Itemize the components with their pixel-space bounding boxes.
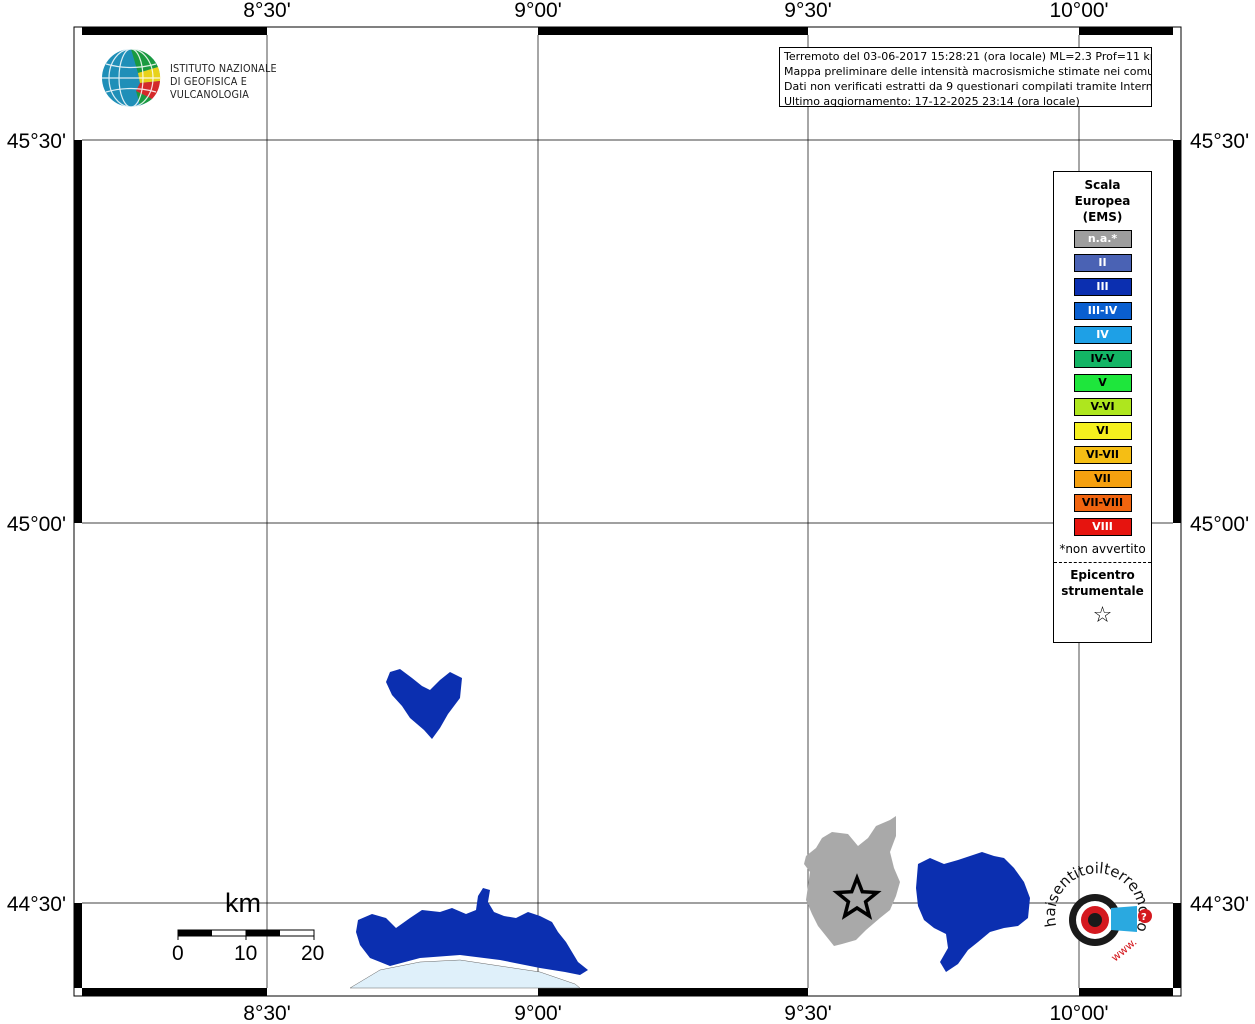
lon-label: 9°00' (514, 1002, 561, 1024)
longitude-labels-bottom: 8°30' 9°00' 9°30' 10°00' (243, 1002, 1108, 1024)
lon-label: 9°00' (514, 0, 561, 22)
legend-epicenter-label: Epicentro strumentale (1054, 567, 1151, 599)
lat-label: 45°00' (1190, 513, 1249, 536)
legend-item: VIII (1073, 518, 1132, 536)
legend-item: III-IV (1073, 302, 1132, 320)
ingv-globe-icon (102, 48, 161, 108)
legend-item: IV (1073, 326, 1132, 344)
legend-epicenter-line: Epicentro (1070, 568, 1135, 582)
legend-item: VII-VIII (1073, 494, 1132, 512)
legend-separator (1054, 562, 1151, 563)
event-info-box: Terremoto del 03-06-2017 15:28:21 (ora l… (779, 47, 1152, 107)
legend-title: Scala Europea (EMS) (1054, 177, 1151, 225)
event-info-line: Mappa preliminare delle intensità macros… (784, 65, 1152, 78)
latitude-labels-right: 45°30' 45°00' 44°30' (1190, 130, 1249, 916)
lat-label: 45°30' (7, 130, 66, 153)
haisentito-logo[interactable]: haisentitoilterremoto.it ? www. (1034, 844, 1157, 973)
legend-epicenter-line: strumentale (1061, 584, 1144, 598)
lon-label: 10°00' (1049, 0, 1108, 22)
ingv-logo-text: ISTITUTO NAZIONALE DI GEOFISICA E VULCAN… (170, 63, 308, 102)
scale-tick-label: 0 (172, 942, 184, 965)
legend-items: n.a.* II III III-IV IV IV-V V V-VI VI VI-VII VII VI… (1054, 230, 1151, 536)
legend-star-icon: ☆ (1092, 603, 1113, 628)
lon-label: 9°30' (784, 1002, 831, 1024)
longitude-labels-top: 8°30' 9°00' 9°30' 10°00' (243, 0, 1108, 22)
ingv-logo: ISTITUTO NAZIONALE DI GEOFISICA E VULCAN… (100, 47, 320, 111)
lat-label: 44°30' (7, 893, 66, 916)
haisentito-logo-icon: haisentitoilterremoto.it ? www. (1034, 844, 1153, 964)
map-frame (73, 26, 1182, 997)
lon-label: 9°30' (784, 0, 831, 22)
legend-item: VI (1073, 422, 1132, 440)
scale-tick-label: 10 (234, 942, 258, 965)
legend-item: VI-VII (1073, 446, 1132, 464)
lat-label: 45°00' (7, 513, 66, 536)
ems-legend: Scala Europea (EMS) n.a.* II III III-IV IV IV… (1053, 171, 1152, 643)
lon-label: 8°30' (243, 1002, 290, 1024)
lon-label: 10°00' (1049, 1002, 1108, 1024)
legend-item: V (1073, 374, 1132, 392)
lon-label: 8°30' (243, 0, 290, 22)
legend-note: *non avvertito (1059, 542, 1146, 556)
latitude-labels-left: 45°30' 45°00' 44°30' (7, 130, 66, 916)
legend-item: III (1073, 278, 1132, 296)
legend-title-line: Scala (1084, 178, 1121, 192)
logo-line: DI GEOFISICA E VULCANOLOGIA (170, 76, 250, 101)
event-info-line: Ultimo aggiornamento: 17-12-2025 23:14 (… (784, 95, 1080, 107)
legend-item: n.a.* (1073, 230, 1132, 248)
legend-item: VII (1073, 470, 1132, 488)
scale-tick-label: 20 (301, 942, 325, 965)
legend-title-line: Europea (1074, 194, 1131, 208)
legend-title-line: (EMS) (1082, 210, 1123, 224)
lat-label: 45°30' (1190, 130, 1249, 153)
brand-www: www. (1109, 935, 1140, 964)
brand-badge: ? (1141, 912, 1147, 923)
scale-unit: km (225, 888, 261, 918)
event-info-line: Terremoto del 03-06-2017 15:28:21 (ora l… (784, 50, 1152, 63)
logo-line: ISTITUTO NAZIONALE (170, 63, 277, 75)
legend-item: II (1073, 254, 1132, 272)
lat-label: 44°30' (1190, 893, 1249, 916)
event-info-line: Dati non verificati estratti da 9 questi… (784, 80, 1152, 93)
legend-item: V-VI (1073, 398, 1132, 416)
legend-item: IV-V (1073, 350, 1132, 368)
